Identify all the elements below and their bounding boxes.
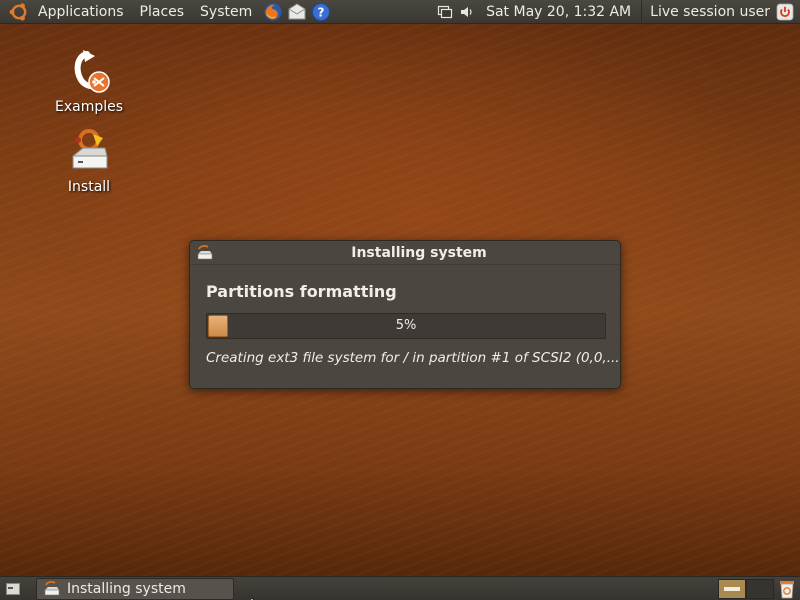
menu-places[interactable]: Places (132, 0, 193, 24)
installer-icon (196, 245, 214, 261)
desktop-icon-examples[interactable]: Examples (44, 48, 134, 115)
workspace-2[interactable] (746, 579, 774, 599)
trash-icon[interactable] (776, 579, 798, 599)
desktop-icon-install[interactable]: Install (44, 128, 134, 195)
status-text: Creating ext3 file system for / in parti… (206, 350, 620, 366)
top-panel: Applications Places System ? Sat May 20,… (0, 0, 800, 24)
user-name[interactable]: Live session user (641, 0, 776, 24)
taskbar-item-label: Installing system (67, 581, 186, 597)
dialog-titlebar[interactable]: Installing system (190, 241, 620, 265)
mouse-cursor-icon (250, 594, 259, 600)
volume-icon[interactable] (458, 3, 476, 21)
firefox-icon[interactable] (262, 1, 284, 23)
installer-icon (43, 581, 61, 597)
installing-dialog: Installing system Partitions formatting … (189, 240, 621, 389)
progress-bar: 5% (206, 313, 606, 339)
svg-text:?: ? (318, 5, 325, 19)
dialog-title: Installing system (351, 244, 487, 261)
help-icon[interactable]: ? (310, 1, 332, 23)
clock[interactable]: Sat May 20, 1:32 AM (478, 4, 641, 20)
install-label: Install (67, 179, 111, 195)
examples-icon (63, 48, 115, 96)
network-icon[interactable] (436, 3, 454, 21)
examples-label: Examples (54, 99, 124, 115)
ubuntu-logo-icon[interactable] (8, 1, 30, 23)
show-desktop-icon[interactable] (2, 578, 24, 600)
mail-icon[interactable] (286, 1, 308, 23)
progress-label: 5% (395, 318, 417, 333)
bottom-panel: Installing system (0, 576, 800, 600)
menu-system[interactable]: System (192, 0, 260, 24)
menu-applications[interactable]: Applications (30, 0, 132, 24)
taskbar-item-installing[interactable]: Installing system (36, 578, 234, 600)
dialog-heading: Partitions formatting (206, 282, 397, 301)
install-icon (63, 128, 115, 176)
power-icon[interactable] (776, 3, 794, 21)
workspace-1[interactable] (718, 579, 746, 599)
